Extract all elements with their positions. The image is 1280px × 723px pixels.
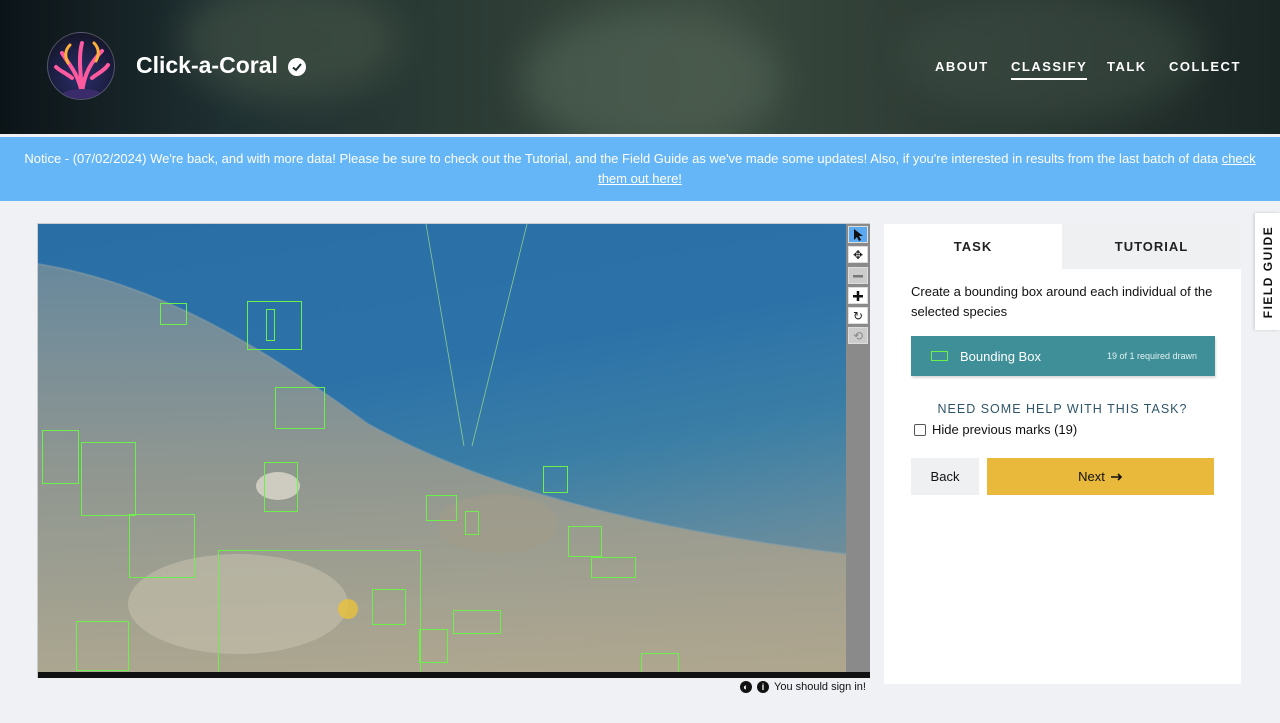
verified-badge-icon: [288, 58, 306, 76]
tool-count: 19 of 1 required drawn: [1106, 351, 1197, 361]
zoom-in-icon[interactable]: [848, 287, 868, 304]
bounding-box-mark[interactable]: [453, 610, 501, 634]
header-background: [520, 10, 780, 134]
reset-icon[interactable]: ⟲: [848, 327, 868, 344]
signin-notice: ◐ i You should sign in!: [740, 681, 866, 693]
field-guide-label: FIELD GUIDE: [1260, 225, 1275, 318]
signin-text: You should sign in!: [774, 681, 866, 693]
bounding-box-mark[interactable]: [568, 526, 602, 557]
bounding-box-mark[interactable]: [543, 466, 568, 493]
bounding-box-mark[interactable]: [264, 462, 298, 512]
task-instruction: Create a bounding box around each indivi…: [911, 284, 1213, 319]
notice-banner: Notice - (07/02/2024) We're back, and wi…: [0, 137, 1280, 201]
bounding-box-mark[interactable]: [266, 309, 275, 341]
move-icon[interactable]: ✥: [848, 246, 868, 263]
viewer-bottom-bar: [38, 672, 870, 678]
contrast-icon[interactable]: ◐: [740, 681, 752, 693]
arrow-right-icon: [1110, 472, 1122, 481]
tab-tutorial[interactable]: TUTORIAL: [1062, 224, 1241, 269]
back-button[interactable]: Back: [911, 458, 979, 495]
subject-viewer: ✥ ↻ ⟲: [37, 223, 870, 678]
bounding-box-mark[interactable]: [372, 589, 406, 625]
tab-task[interactable]: TASK: [884, 224, 1062, 269]
rotate-icon[interactable]: ↻: [848, 307, 868, 324]
task-panel: TASK TUTORIAL Create a bounding box arou…: [884, 224, 1241, 684]
info-icon[interactable]: i: [757, 681, 769, 693]
viewer-toolbar: ✥ ↻ ⟲: [846, 224, 870, 672]
bounding-box-mark[interactable]: [419, 629, 448, 663]
nav-collect[interactable]: COLLECT: [1169, 59, 1241, 74]
project-avatar[interactable]: [47, 32, 115, 100]
bounding-box-mark[interactable]: [76, 621, 129, 671]
rectangle-icon: [931, 351, 948, 361]
checkbox[interactable]: [914, 423, 926, 436]
project-header: Click-a-Coral ABOUT CLASSIFY TALK COLLEC…: [0, 0, 1280, 134]
bounding-box-mark[interactable]: [160, 303, 187, 325]
bounding-box-mark[interactable]: [591, 557, 636, 578]
project-title[interactable]: Click-a-Coral: [136, 52, 278, 79]
next-button[interactable]: Next: [987, 458, 1214, 495]
hide-marks-label: Hide previous marks (19): [932, 422, 1078, 437]
subject-image[interactable]: [38, 224, 846, 672]
task-help-link[interactable]: NEED SOME HELP WITH THIS TASK?: [884, 402, 1241, 416]
nav-classify[interactable]: CLASSIFY: [1011, 59, 1088, 80]
notice-text: Notice - (07/02/2024) We're back, and wi…: [24, 151, 1219, 166]
pointer-icon[interactable]: [848, 226, 868, 243]
bounding-box-mark[interactable]: [641, 653, 679, 672]
seafloor-image: [38, 224, 846, 672]
bounding-box-tool[interactable]: Bounding Box 19 of 1 required drawn: [911, 336, 1215, 376]
tool-label: Bounding Box: [960, 348, 1041, 364]
zoom-out-icon[interactable]: [848, 267, 868, 284]
header-background: [180, 0, 400, 100]
bounding-box-mark[interactable]: [465, 511, 479, 535]
bounding-box-mark[interactable]: [42, 430, 79, 484]
bounding-box-mark[interactable]: [275, 387, 325, 429]
field-guide-tab[interactable]: FIELD GUIDE: [1255, 213, 1280, 330]
next-label: Next: [1078, 469, 1105, 484]
nav-about[interactable]: ABOUT: [935, 59, 989, 74]
bounding-box-mark[interactable]: [129, 514, 195, 578]
hide-marks-checkbox[interactable]: Hide previous marks (19): [914, 422, 1077, 437]
bounding-box-mark[interactable]: [81, 442, 136, 516]
nav-talk[interactable]: TALK: [1107, 59, 1147, 74]
bounding-box-mark[interactable]: [426, 495, 457, 521]
